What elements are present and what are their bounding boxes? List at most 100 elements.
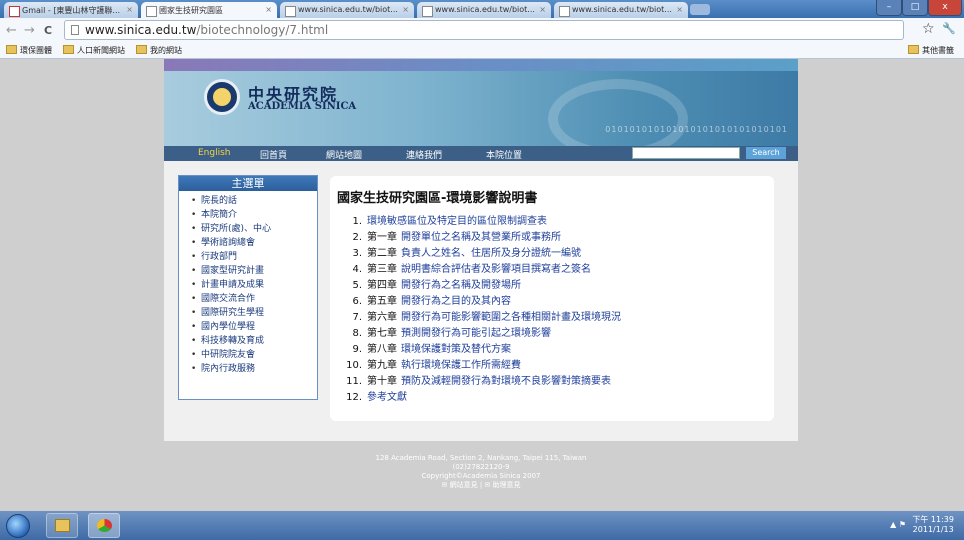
main-menu-item[interactable]: 院長的話 — [191, 194, 317, 208]
start-button[interactable] — [6, 514, 30, 538]
toc-chapter: 第五章 — [367, 296, 397, 307]
footer-links[interactable]: ✉ 網站意見 | ✉ 助理意見 — [164, 481, 798, 490]
nav-home[interactable]: 回首頁 — [260, 148, 287, 161]
tab-sinica-3[interactable]: www.sinica.edu.tw/biot... × — [554, 2, 688, 18]
toc-chapter: 第一章 — [367, 232, 397, 243]
toc-item: 11. 第十章 預防及減輕開發行為對環境不良影響對策摘要表 — [340, 374, 621, 390]
main-menu-item[interactable]: 國際研究生學程 — [191, 306, 317, 320]
main-menu-item[interactable]: 學術諮詢總會 — [191, 236, 317, 250]
folder-icon — [55, 519, 70, 532]
tab-sinica-1[interactable]: www.sinica.edu.tw/biot... × — [280, 2, 414, 18]
system-tray[interactable]: ▲ ⚑ — [890, 520, 906, 529]
chrome-taskbar-button[interactable] — [88, 513, 120, 538]
nav-location[interactable]: 本院位置 — [486, 148, 522, 161]
chrome-icon — [97, 519, 112, 532]
toc-number: 9. — [352, 344, 362, 355]
site-nav: English 回首頁 網站地圖 連絡我們 本院位置 Search — [164, 146, 798, 161]
close-tab-icon[interactable]: × — [126, 5, 133, 14]
tab-label: www.sinica.edu.tw/biot... — [435, 5, 535, 14]
wrench-icon[interactable]: 🔧 — [942, 22, 956, 35]
nav-english[interactable]: English — [198, 148, 231, 158]
main-menu-item[interactable]: 中研院院友會 — [191, 348, 317, 362]
main-menu-item[interactable]: 本院簡介 — [191, 208, 317, 222]
main-menu-item[interactable]: 國家型研究計畫 — [191, 264, 317, 278]
toc-number: 12. — [346, 392, 362, 403]
bookmark-star-icon[interactable]: ☆ — [922, 21, 935, 37]
page-icon — [285, 6, 296, 17]
banner-decoration: 010101010101010101010101010101 — [605, 125, 788, 134]
address-bar[interactable]: www.sinica.edu.tw/biotechnology/7.html — [64, 20, 904, 40]
site-search-input[interactable] — [632, 147, 740, 159]
footer-address: 128 Academia Road, Section 2, Nankang, T… — [375, 454, 587, 462]
bookmark-folder[interactable]: 我的網站 — [136, 45, 182, 56]
toc-number: 1. — [352, 216, 362, 227]
toc-link[interactable]: 開發行為可能影響範圍之各種相關計畫及環境現況 — [401, 312, 621, 323]
close-window-button[interactable]: x — [928, 0, 962, 16]
url-host: www.sinica.edu.tw — [85, 23, 197, 37]
bookmark-folder[interactable]: 人口新聞網站 — [63, 45, 125, 56]
toc-chapter: 第八章 — [367, 344, 397, 355]
web-page: 010101010101010101010101010101 中央研究院 ACA… — [0, 59, 964, 511]
new-tab-button[interactable] — [690, 4, 710, 15]
clock-date: 2011/1/13 — [912, 525, 954, 534]
toc-link[interactable]: 參考文獻 — [367, 392, 407, 403]
tab-gmail[interactable]: Gmail - [東豐山林守護聯... × — [4, 2, 138, 18]
toc-link[interactable]: 預測開發行為可能引起之環境影響 — [401, 328, 551, 339]
maximize-button[interactable]: □ — [902, 0, 928, 16]
main-menu-item[interactable]: 行政部門 — [191, 250, 317, 264]
forward-button[interactable]: → — [24, 23, 35, 38]
toc-item: 6. 第五章 開發行為之目的及其內容 — [340, 294, 621, 310]
bookmark-folder[interactable]: 環保團體 — [6, 45, 52, 56]
tab-sinica-2[interactable]: www.sinica.edu.tw/biot... × — [417, 2, 551, 18]
clock[interactable]: 下午 11:39 2011/1/13 — [912, 515, 954, 535]
main-menu-item[interactable]: 院內行政服務 — [191, 362, 317, 376]
main-menu-item[interactable]: 科技移轉及育成 — [191, 334, 317, 348]
toc-link[interactable]: 開發單位之名稱及其營業所或事務所 — [401, 232, 561, 243]
clock-time: 下午 11:39 — [912, 515, 954, 524]
toc-link[interactable]: 環境敏感區位及特定目的區位限制調查表 — [367, 216, 547, 227]
brand-name-en: ACADEMIA SINICA — [248, 101, 357, 112]
toc-item: 4. 第三章 說明書綜合評估者及影響項目撰寫者之簽名 — [340, 262, 621, 278]
main-menu: 主選單 院長的話本院簡介研究所(處)、中心學術諮詢總會行政部門國家型研究計畫計畫… — [178, 175, 318, 400]
toc-link[interactable]: 執行環境保護工作所需經費 — [401, 360, 521, 371]
browser-toolbar: ← → C www.sinica.edu.tw/biotechnology/7.… — [0, 18, 964, 42]
reload-button[interactable]: C — [44, 24, 52, 37]
toc-item: 9. 第八章 環境保護對策及替代方案 — [340, 342, 621, 358]
explorer-taskbar-button[interactable] — [46, 513, 78, 538]
toc-link[interactable]: 負責人之姓名、住居所及身分證統一編號 — [401, 248, 581, 259]
academia-sinica-logo[interactable] — [204, 79, 240, 115]
back-button[interactable]: ← — [6, 23, 17, 38]
tab-label: 國家生技研究園區 — [159, 6, 223, 15]
page-icon — [422, 6, 433, 17]
folder-icon — [6, 45, 17, 54]
site-banner: 010101010101010101010101010101 中央研究院 ACA… — [164, 59, 798, 146]
close-tab-icon[interactable]: × — [539, 5, 546, 14]
banner-decoration — [548, 79, 688, 146]
tab-biotech[interactable]: 國家生技研究園區 × — [141, 2, 277, 19]
minimize-button[interactable]: – — [876, 0, 902, 16]
toc-item: 8. 第七章 預測開發行為可能引起之環境影響 — [340, 326, 621, 342]
toc-link[interactable]: 說明書綜合評估者及影響項目撰寫者之簽名 — [401, 264, 591, 275]
tab-label: www.sinica.edu.tw/biot... — [298, 5, 398, 14]
toc-chapter: 第六章 — [367, 312, 397, 323]
close-tab-icon[interactable]: × — [265, 5, 272, 14]
close-tab-icon[interactable]: × — [402, 5, 409, 14]
main-menu-item[interactable]: 計畫申請及成果 — [191, 278, 317, 292]
main-menu-item[interactable]: 國內學位學程 — [191, 320, 317, 334]
toc-link[interactable]: 環境保護對策及替代方案 — [401, 344, 511, 355]
toc-link[interactable]: 開發行為之目的及其內容 — [401, 296, 511, 307]
toc-chapter: 第三章 — [367, 264, 397, 275]
close-tab-icon[interactable]: × — [676, 5, 683, 14]
toc-item: 10. 第九章 執行環境保護工作所需經費 — [340, 358, 621, 374]
browser-tab-strip: Gmail - [東豐山林守護聯... × 國家生技研究園區 × www.sin… — [0, 0, 964, 19]
other-bookmarks[interactable]: 其他書籤 — [908, 45, 954, 56]
nav-sitemap[interactable]: 網站地圖 — [326, 148, 362, 161]
search-button[interactable]: Search — [746, 147, 786, 159]
gmail-icon — [9, 6, 20, 17]
toc-link[interactable]: 開發行為之名稱及開發場所 — [401, 280, 521, 291]
toc-link[interactable]: 預防及減輕開發行為對環境不良影響對策摘要表 — [401, 376, 611, 387]
folder-icon — [908, 45, 919, 54]
main-menu-item[interactable]: 國際交流合作 — [191, 292, 317, 306]
main-menu-item[interactable]: 研究所(處)、中心 — [191, 222, 317, 236]
nav-contact[interactable]: 連絡我們 — [406, 148, 442, 161]
